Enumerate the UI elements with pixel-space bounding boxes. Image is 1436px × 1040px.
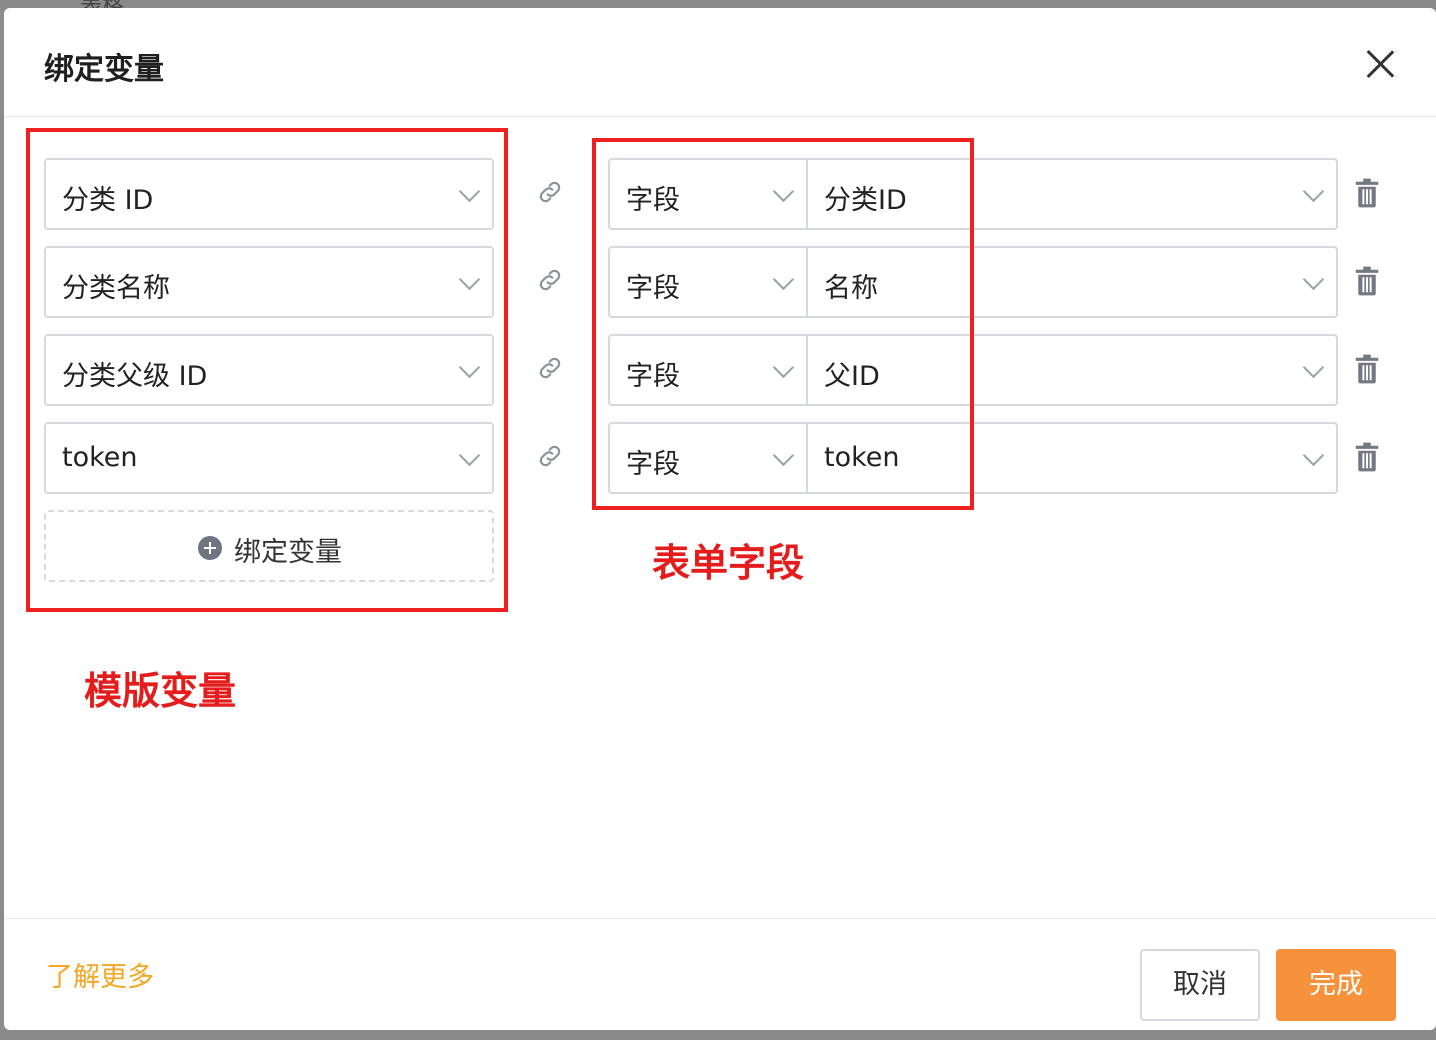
cancel-button[interactable]: 取消 bbox=[1140, 949, 1260, 1021]
link-icon bbox=[539, 181, 561, 203]
dialog-footer: 了解更多 取消 完成 bbox=[4, 918, 1436, 1031]
close-icon[interactable] bbox=[1364, 48, 1396, 80]
template-variables-annotation: 模版变量 bbox=[84, 669, 237, 713]
chevron-down-icon bbox=[1302, 268, 1325, 291]
backdrop: 表格 bbox=[0, 0, 1436, 8]
bind-variables-dialog: 绑定变量 分类 ID 字段 分类ID 分类名称 字段 名称 分类父级 ID 字段… bbox=[4, 8, 1436, 1030]
trash-icon[interactable] bbox=[1354, 354, 1380, 384]
backdrop-text: 表格 bbox=[80, 0, 124, 8]
link-icon bbox=[539, 357, 561, 379]
trash-icon[interactable] bbox=[1354, 178, 1380, 208]
chevron-down-icon bbox=[1302, 444, 1325, 467]
chevron-down-icon bbox=[1302, 356, 1325, 379]
template-variables-highlight bbox=[26, 128, 508, 612]
dialog-header: 绑定变量 bbox=[4, 8, 1436, 117]
form-fields-annotation: 表单字段 bbox=[652, 541, 805, 585]
trash-icon[interactable] bbox=[1354, 442, 1380, 472]
form-fields-highlight bbox=[592, 138, 974, 510]
backdrop-bottom bbox=[0, 1030, 1436, 1040]
link-icon bbox=[539, 269, 561, 291]
chevron-down-icon bbox=[1302, 180, 1325, 203]
link-icon bbox=[539, 445, 561, 467]
trash-icon[interactable] bbox=[1354, 266, 1380, 296]
dialog-title: 绑定变量 bbox=[44, 52, 164, 87]
done-button[interactable]: 完成 bbox=[1276, 949, 1396, 1021]
learn-more-link[interactable]: 了解更多 bbox=[46, 955, 154, 994]
